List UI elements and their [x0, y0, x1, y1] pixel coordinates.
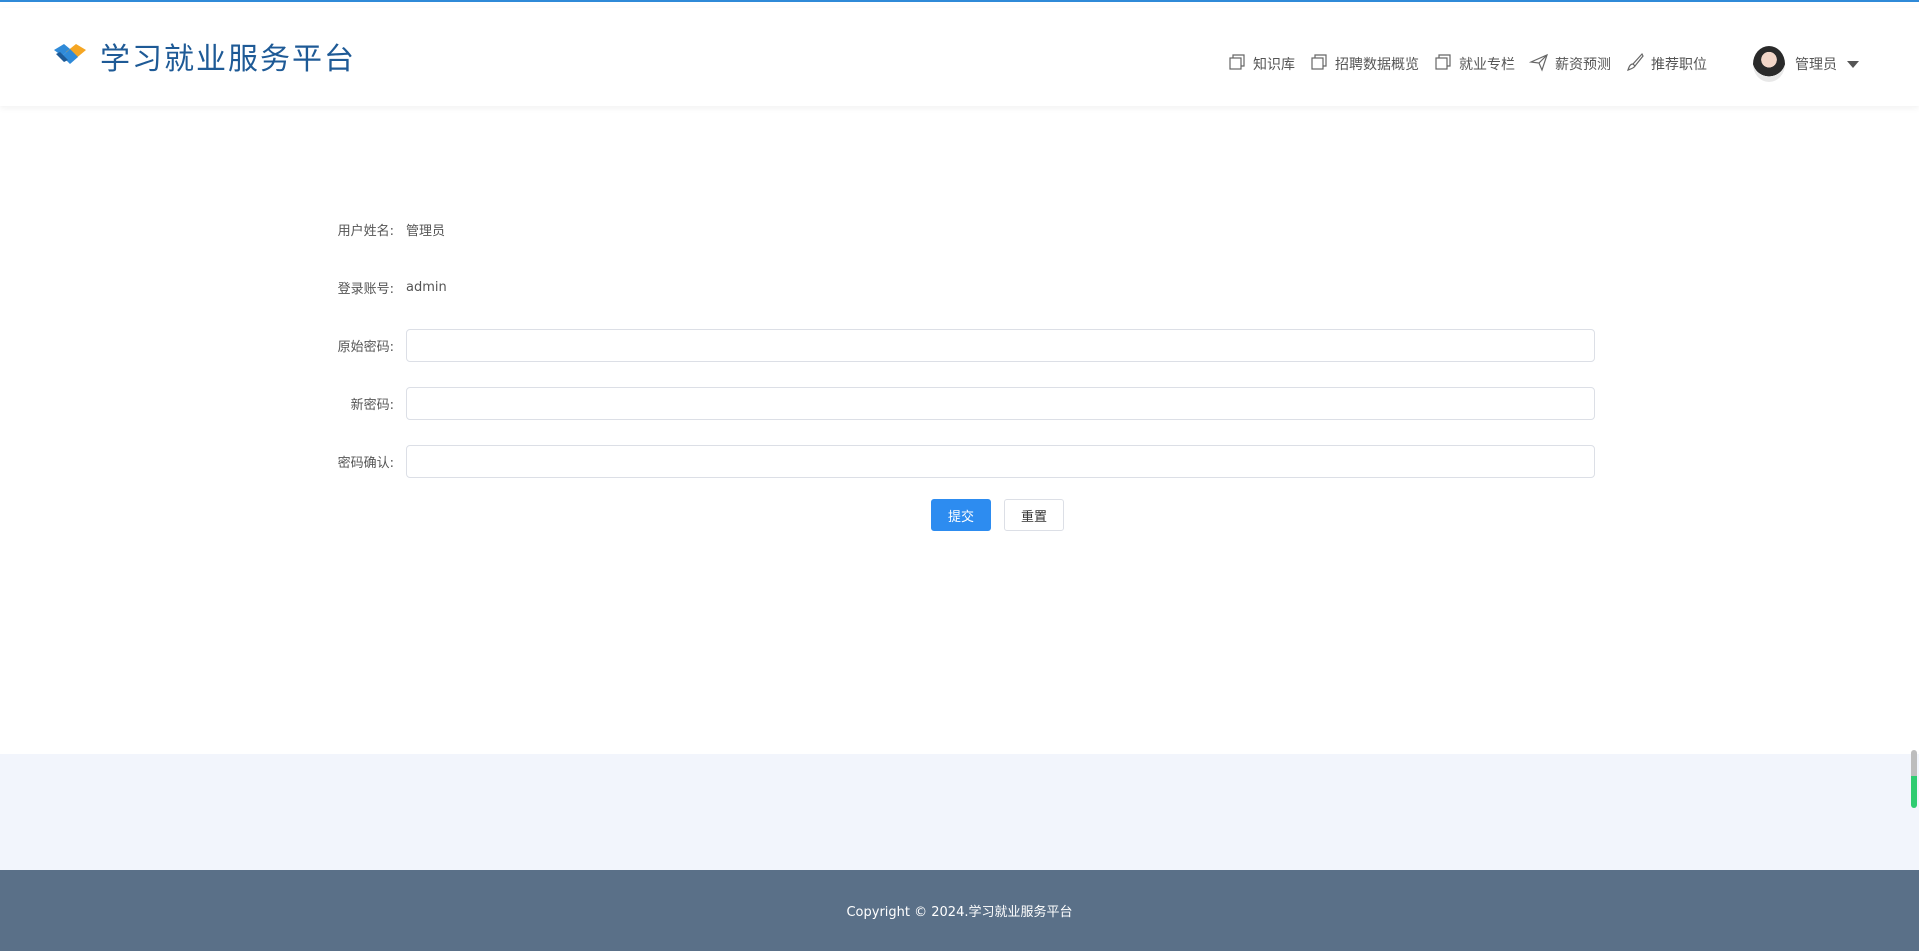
scroll-indicator[interactable]: [1911, 750, 1917, 808]
form-row-username: 用户姓名: 管理员: [320, 200, 1595, 258]
footer: Copyright © 2024.学习就业服务平台: [0, 870, 1919, 951]
form-row-confirm-password: 密码确认:: [320, 432, 1595, 490]
form-actions: 提交 重置: [931, 499, 1064, 531]
old-password-label: 原始密码:: [337, 339, 394, 355]
caret-down-icon: [1847, 60, 1859, 68]
brand[interactable]: 学习就业服务平台: [52, 38, 356, 77]
handshake-icon: [52, 40, 88, 72]
new-password-label: 新密码:: [350, 397, 394, 413]
change-password-form: 用户姓名: 管理员 登录账号: admin 原始密码: 新密码: 密码确认:: [320, 200, 1595, 490]
username-value: 管理员: [406, 223, 446, 239]
form-row-old-password: 原始密码:: [320, 316, 1595, 374]
nav-item-salary-prediction[interactable]: 薪资预测: [1528, 52, 1611, 76]
send-icon: [1528, 52, 1549, 76]
nav-item-employment-column[interactable]: 就业专栏: [1433, 52, 1515, 76]
copyright-text: Copyright © 2024.学习就业服务平台: [846, 905, 1073, 920]
header: 学习就业服务平台 知识库 招聘数据概览 就业专栏 薪资预测 推荐职位 管理员: [0, 8, 1919, 106]
confirm-password-label: 密码确认:: [337, 455, 394, 471]
content-bottom-band: [0, 754, 1919, 870]
user-menu[interactable]: 管理员: [1753, 46, 1859, 82]
form-row-new-password: 新密码:: [320, 374, 1595, 432]
account-label: 登录账号:: [337, 281, 394, 297]
username-label: 用户姓名:: [337, 223, 394, 239]
copy-icon: [1227, 52, 1247, 76]
nav-item-label: 推荐职位: [1651, 57, 1707, 73]
user-name: 管理员: [1795, 57, 1837, 73]
nav-item-label: 招聘数据概览: [1335, 57, 1419, 73]
main-nav: 知识库 招聘数据概览 就业专栏 薪资预测 推荐职位: [1227, 52, 1707, 76]
brand-title: 学习就业服务平台: [100, 42, 356, 77]
reset-button[interactable]: 重置: [1004, 499, 1064, 531]
nav-item-label: 知识库: [1253, 57, 1295, 73]
old-password-input[interactable]: [406, 328, 1595, 362]
account-value: admin: [406, 279, 447, 295]
nav-item-label: 就业专栏: [1459, 57, 1515, 73]
avatar-icon: [1753, 46, 1785, 82]
nav-item-recruitment-overview[interactable]: 招聘数据概览: [1309, 52, 1419, 76]
brush-icon: [1625, 52, 1645, 76]
nav-item-knowledge-base[interactable]: 知识库: [1227, 52, 1295, 76]
submit-button[interactable]: 提交: [931, 499, 991, 531]
copy-icon: [1433, 52, 1453, 76]
new-password-input[interactable]: [406, 386, 1595, 420]
form-row-account: 登录账号: admin: [320, 258, 1595, 316]
confirm-password-input[interactable]: [406, 444, 1595, 478]
nav-item-recommended-jobs[interactable]: 推荐职位: [1625, 52, 1707, 76]
top-accent-line: [0, 0, 1919, 2]
copy-icon: [1309, 52, 1329, 76]
nav-item-label: 薪资预测: [1555, 57, 1611, 73]
